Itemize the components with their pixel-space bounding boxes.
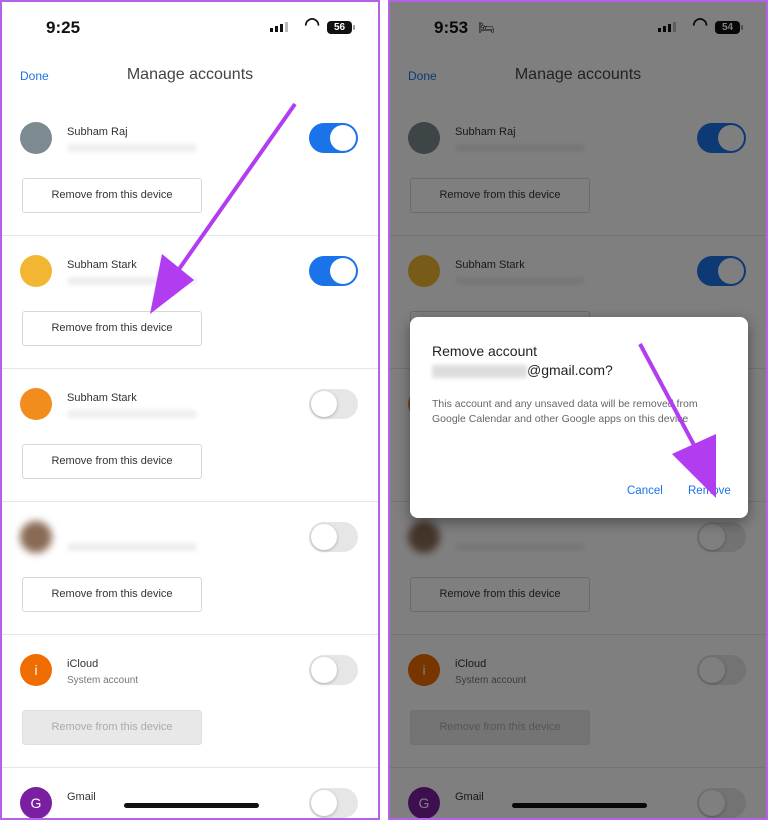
dialog-title: Remove account @gmail.com? (432, 342, 613, 380)
account-sync-toggle[interactable] (309, 522, 358, 552)
email-redacted (432, 364, 527, 378)
account-email-redacted (67, 144, 197, 152)
cancel-button[interactable]: Cancel (627, 485, 663, 497)
remove-button[interactable]: Remove (688, 485, 731, 497)
account-sync-toggle[interactable] (309, 123, 358, 153)
signal-icon (270, 22, 288, 32)
account-sync-toggle[interactable] (309, 389, 358, 419)
account-row: Subham Raj Remove from this device (2, 100, 378, 236)
phone-screen-after: 9:53 ◠ 54 🛏︎ Done Manage accounts Subham… (388, 0, 768, 820)
dialog-message: This account and any unsaved data will b… (432, 398, 698, 425)
account-name: Gmail (67, 791, 96, 803)
account-row: G Gmail (2, 765, 378, 818)
battery-icon: 56 (327, 21, 355, 34)
status-bar: 9:25 ◠ 56 (2, 14, 378, 40)
account-name: Subham Stark (67, 392, 137, 404)
account-sync-toggle[interactable] (309, 788, 358, 818)
account-subtitle: System account (67, 675, 139, 686)
account-row: Subham Stark Remove from this device (2, 233, 378, 369)
home-indicator[interactable] (124, 803, 259, 808)
remove-from-device-button[interactable]: Remove from this device (22, 444, 202, 479)
wifi-icon: ◠ (304, 14, 320, 34)
account-email-redacted (67, 543, 197, 551)
avatar (20, 388, 52, 420)
remove-account-dialog: Remove account @gmail.com? This account a… (410, 317, 748, 518)
phone-screen-before: 9:25 ◠ 56 Done Manage accounts Subham Ra… (0, 0, 380, 820)
account-email-redacted (67, 277, 197, 285)
screenshot-stage: 9:25 ◠ 56 Done Manage accounts Subham Ra… (0, 0, 768, 820)
remove-from-device-button[interactable]: Remove from this device (22, 311, 202, 346)
account-email-redacted (67, 410, 197, 418)
remove-from-device-button: Remove from this device (22, 710, 202, 745)
avatar: G (20, 787, 52, 818)
page-title: Manage accounts (126, 66, 254, 83)
remove-from-device-button[interactable]: Remove from this device (22, 178, 202, 213)
dialog-title-line: Remove account (432, 343, 538, 359)
account-sync-toggle[interactable] (309, 256, 358, 286)
account-row: i iCloud System account Remove from this de… (2, 632, 378, 768)
account-row: Remove from this device (2, 499, 378, 635)
dialog-email-suffix: @gmail.com? (527, 362, 613, 378)
avatar (20, 255, 52, 287)
account-sync-toggle[interactable] (309, 655, 358, 685)
avatar: i (20, 654, 52, 686)
account-name: Subham Raj (67, 126, 128, 138)
avatar (20, 521, 52, 553)
status-time: 9:25 (46, 18, 81, 37)
remove-from-device-button[interactable]: Remove from this device (22, 577, 202, 612)
account-row: Subham Stark Remove from this device (2, 366, 378, 502)
account-name: Subham Stark (67, 259, 137, 271)
avatar (20, 122, 52, 154)
account-name: iCloud (67, 658, 99, 670)
